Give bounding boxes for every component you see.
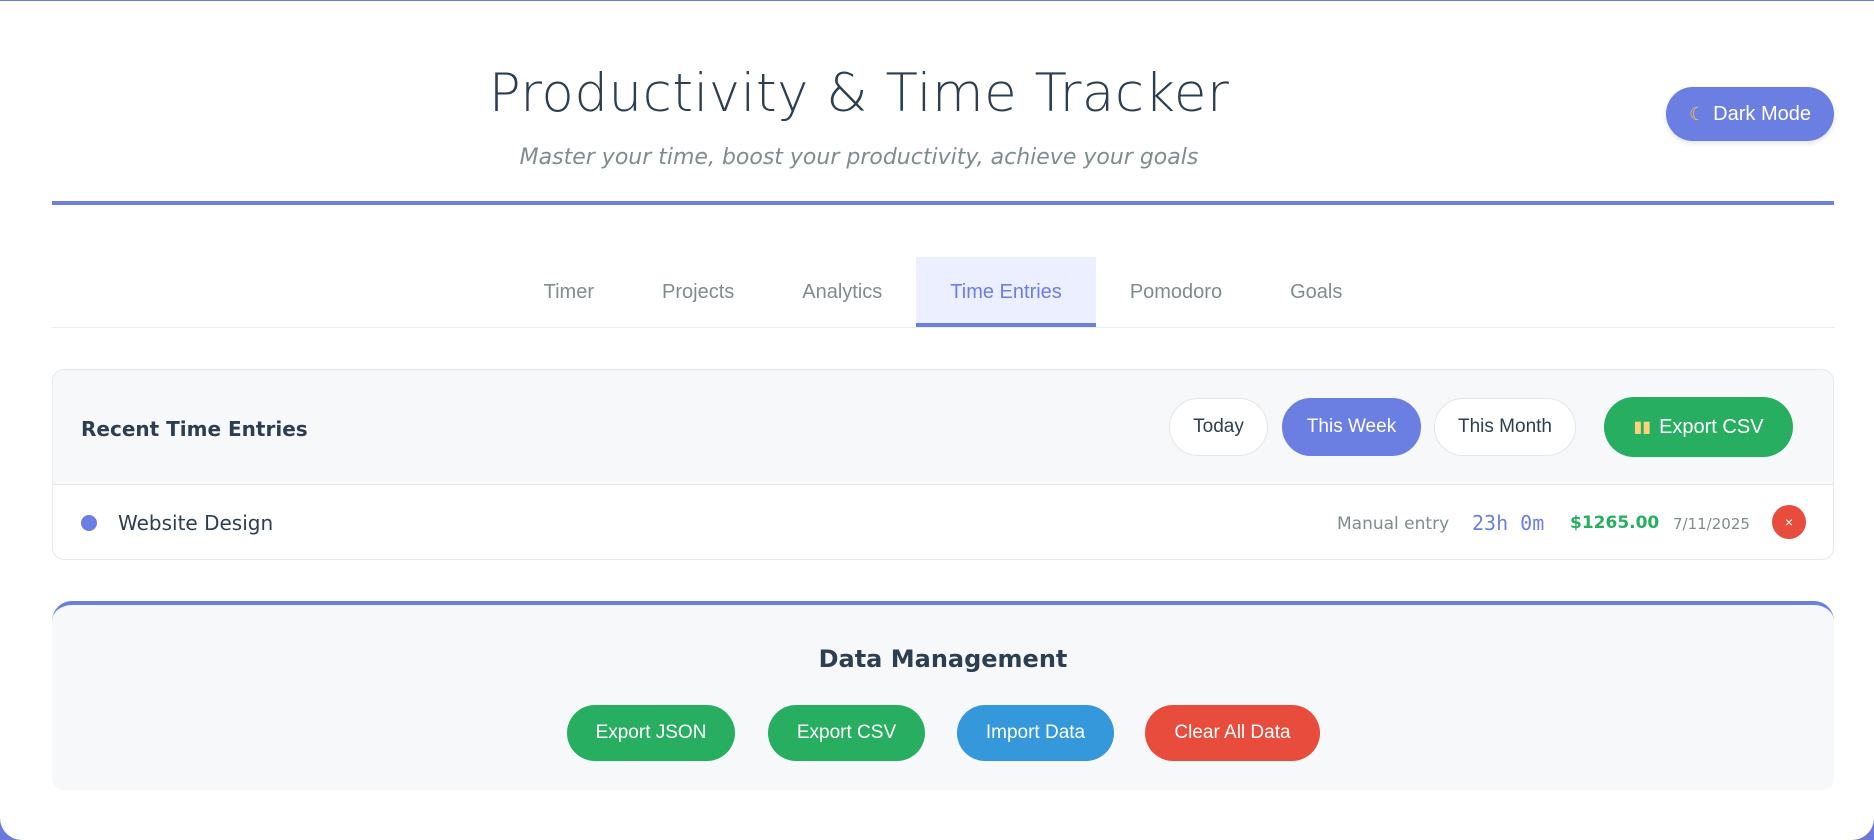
tab-projects[interactable]: Projects [628, 257, 768, 327]
table-row: Website Design Manual entry 23h 0m $1265… [53, 485, 1833, 559]
export-csv-button[interactable]: ▮▮ Export CSV [1604, 397, 1793, 457]
time-entries-header: Recent Time Entries Today This Week This… [53, 370, 1833, 485]
data-management-title: Data Management [818, 645, 1068, 673]
entry-duration: 23h 0m [1472, 511, 1545, 535]
project-color-dot [81, 515, 97, 531]
tab-goals[interactable]: Goals [1256, 257, 1376, 327]
export-csv-data-button[interactable]: Export CSV [768, 705, 925, 761]
dark-mode-button[interactable]: ☾ Dark Mode [1666, 87, 1834, 141]
header: Productivity & Time Tracker Master your … [52, 1, 1834, 205]
tab-time-entries[interactable]: Time Entries [916, 257, 1096, 327]
section-title: Recent Time Entries [81, 417, 308, 441]
entry-amount: $1265.00 [1570, 513, 1660, 533]
tab-analytics[interactable]: Analytics [768, 257, 916, 327]
filter-this-month-button[interactable]: This Month [1434, 398, 1576, 456]
page-subtitle: Master your time, boost your productivit… [519, 145, 1199, 170]
tab-bar: Timer Projects Analytics Time Entries Po… [52, 257, 1834, 328]
dark-mode-label: Dark Mode [1713, 102, 1811, 125]
filter-this-week-button[interactable]: This Week [1282, 398, 1421, 456]
bar-chart-icon: ▮▮ [1633, 419, 1652, 436]
delete-entry-button[interactable]: × [1772, 505, 1806, 539]
entry-date: 7/11/2025 [1673, 515, 1750, 533]
tab-timer[interactable]: Timer [510, 257, 628, 327]
clear-all-data-button[interactable]: Clear All Data [1145, 705, 1320, 761]
app-window: Productivity & Time Tracker Master your … [0, 1, 1874, 840]
import-data-button[interactable]: Import Data [957, 705, 1114, 761]
tab-pomodoro[interactable]: Pomodoro [1096, 257, 1256, 327]
filter-today-button[interactable]: Today [1169, 398, 1268, 456]
export-json-button[interactable]: Export JSON [567, 705, 735, 761]
page-title: Productivity & Time Tracker [488, 63, 1230, 124]
entry-project-name: Website Design [118, 511, 274, 535]
time-entries-card: Recent Time Entries Today This Week This… [52, 369, 1834, 560]
entry-description: Manual entry [1337, 514, 1450, 534]
export-csv-label: Export CSV [1659, 415, 1764, 438]
data-management-card: Data Management Export JSON Export CSV I… [52, 601, 1834, 790]
moon-icon: ☾ [1689, 103, 1706, 124]
